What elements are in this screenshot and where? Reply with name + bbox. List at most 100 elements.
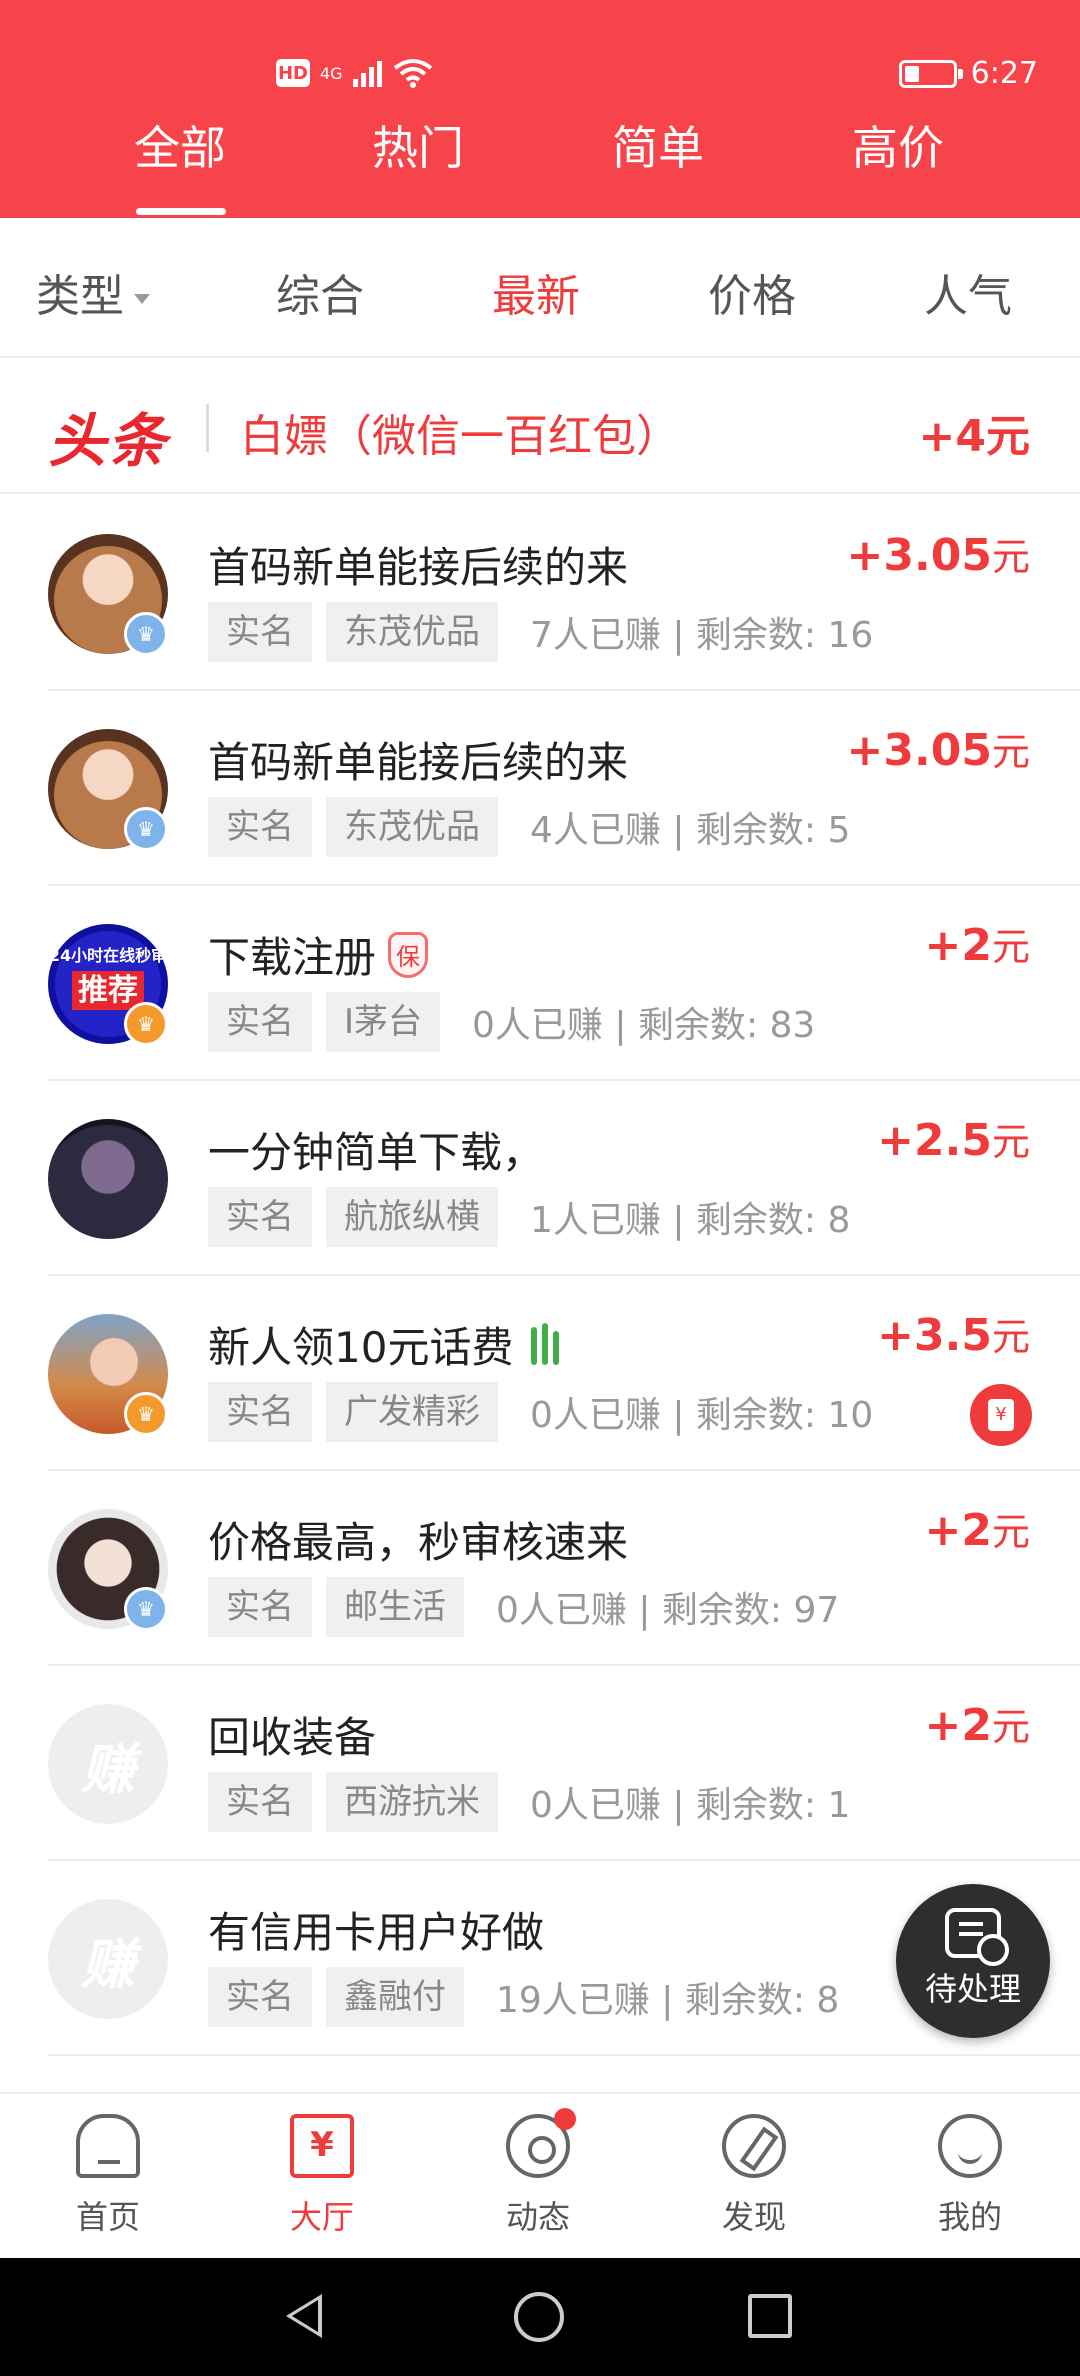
tag-merchant: 邮生活 <box>326 1577 464 1637</box>
reward-unit: 元 <box>991 730 1030 774</box>
task-title: 有信用卡用户好做 <box>208 1908 545 1957</box>
tab-simple[interactable]: 简单 <box>568 112 748 178</box>
nav-profile[interactable]: 我的 <box>890 2114 1050 2238</box>
task-stats: 0人已赚 | 剩余数: 10 <box>530 1395 874 1436</box>
reward-amount: +3.05 <box>846 725 992 776</box>
tag-verified: 实名 <box>208 797 312 857</box>
hd-icon: HD <box>276 59 310 87</box>
reward-unit: 元 <box>991 1315 1030 1359</box>
pending-clock-icon <box>945 1908 1009 1966</box>
reward-unit: 元 <box>991 925 1030 969</box>
pending-label: 待处理 <box>924 1970 1021 2008</box>
task-row[interactable]: 一分钟简单下载， +2.5元 实名 航旅纵横 1人已赚 | 剩余数: 8 <box>0 1081 1080 1276</box>
reward-unit: 元 <box>991 1705 1030 1749</box>
task-reward: +2元 <box>925 916 1031 971</box>
tag-merchant: 广发精彩 <box>326 1382 498 1442</box>
task-reward: +2元 <box>925 1501 1031 1556</box>
red-packet-icon[interactable]: ¥ <box>970 1384 1032 1446</box>
task-stats: 0人已赚 | 剩余数: 83 <box>472 1005 816 1046</box>
headline-logo: 头条 <box>48 407 169 475</box>
app-header: HD 4G 6:27 全部 热门 简单 高价 <box>0 0 1080 218</box>
home-circle-icon[interactable] <box>514 2292 564 2342</box>
nav-discover-label: 发现 <box>721 2198 786 2236</box>
task-title: 新人领10元话费 <box>208 1323 514 1372</box>
tab-hot[interactable]: 热门 <box>328 112 508 178</box>
filter-newest[interactable]: 最新 <box>492 260 580 324</box>
reward-amount: +3.05 <box>846 530 992 581</box>
task-title: 下载注册 <box>208 933 377 982</box>
tag-verified: 实名 <box>208 992 312 1052</box>
tag-verified: 实名 <box>208 602 312 662</box>
battery-icon <box>898 59 963 88</box>
tag-verified: 实名 <box>208 1187 312 1247</box>
recents-icon[interactable] <box>748 2294 792 2338</box>
avatar: 赚 <box>48 1704 168 1824</box>
bottom-nav: 首页 ¥ 大厅 动态 发现 我的 <box>0 2092 1080 2258</box>
compass-icon <box>722 2114 786 2178</box>
filter-bar: 类型 综合 最新 价格 人气 <box>0 218 1080 358</box>
task-title: 价格最高，秒审核速来 <box>208 1518 629 1567</box>
nav-hall[interactable]: ¥ 大厅 <box>242 2114 402 2238</box>
status-icons: HD 4G <box>276 58 433 88</box>
task-reward: +3.5元 <box>877 1306 1030 1361</box>
task-row[interactable]: ♛ 价格最高，秒审核速来 +2元 实名 邮生活 0人已赚 | 剩余数: 97 <box>0 1471 1080 1666</box>
headline-title: 白嫖（微信一百红包） <box>240 411 680 462</box>
task-reward: +2元 <box>925 1696 1031 1751</box>
profile-icon <box>938 2114 1002 2178</box>
reward-unit: 元 <box>991 1120 1030 1164</box>
clock: 6:27 <box>970 56 1038 91</box>
signal-icon <box>352 61 382 87</box>
filter-price[interactable]: 价格 <box>708 260 796 324</box>
nav-home[interactable]: 首页 <box>28 2114 188 2238</box>
tag-verified: 实名 <box>208 1967 312 2027</box>
task-row[interactable]: ♛ 新人领10元话费 +3.5元 实名 广发精彩 0人已赚 | 剩余数: 10 … <box>0 1276 1080 1471</box>
notification-dot <box>554 2108 576 2130</box>
task-title: 回收装备 <box>208 1713 377 1762</box>
crown-badge-icon: ♛ <box>124 1587 168 1631</box>
activity-icon <box>506 2108 576 2178</box>
filter-comprehensive[interactable]: 综合 <box>276 260 364 324</box>
crown-badge-icon: ♛ <box>124 1392 168 1436</box>
back-icon[interactable] <box>286 2294 322 2338</box>
status-right: 6:27 <box>898 56 1038 91</box>
wifi-icon <box>393 59 432 88</box>
pending-tasks-button[interactable]: 待处理 <box>896 1884 1050 2038</box>
nav-home-label: 首页 <box>75 2198 140 2236</box>
reward-amount: +3.5 <box>877 1310 992 1361</box>
reward-amount: +2 <box>924 920 992 971</box>
headline-banner[interactable]: 头条 白嫖（微信一百红包） +4元 <box>0 360 1080 494</box>
task-list: ♛ 首码新单能接后续的来 +3.05元 实名 东茂优品 7人已赚 | 剩余数: … <box>0 496 1080 2056</box>
hall-icon: ¥ <box>290 2114 354 2178</box>
caret-down-icon <box>134 294 150 304</box>
tag-verified: 实名 <box>208 1382 312 1442</box>
crown-badge-icon: ♛ <box>124 1002 168 1046</box>
task-stats: 4人已赚 | 剩余数: 5 <box>530 810 851 851</box>
tab-high-price[interactable]: 高价 <box>808 112 988 178</box>
reward-unit: 元 <box>991 535 1030 579</box>
tag-verified: 实名 <box>208 1577 312 1637</box>
tag-merchant: 东茂优品 <box>326 602 498 662</box>
task-stats: 7人已赚 | 剩余数: 16 <box>530 615 874 656</box>
filter-popularity[interactable]: 人气 <box>924 260 1012 324</box>
task-stats: 19人已赚 | 剩余数: 8 <box>496 1980 840 2021</box>
nav-discover[interactable]: 发现 <box>674 2114 834 2238</box>
avatar-label: 推荐 <box>72 970 144 1010</box>
task-title: 首码新单能接后续的来 <box>208 738 629 787</box>
avatar <box>48 1119 168 1239</box>
tag-merchant: 东茂优品 <box>326 797 498 857</box>
task-row[interactable]: 赚 回收装备 +2元 实名 西游抗米 0人已赚 | 剩余数: 1 <box>0 1666 1080 1861</box>
filter-type[interactable]: 类型 <box>36 260 150 324</box>
task-reward: +3.05元 <box>847 721 1030 776</box>
reward-amount: +2 <box>924 1505 992 1556</box>
tab-all[interactable]: 全部 <box>90 112 270 215</box>
reward-amount: +2 <box>924 1700 992 1751</box>
home-icon <box>76 2114 140 2178</box>
tag-merchant: 西游抗米 <box>326 1772 498 1832</box>
task-row[interactable]: ♛ 首码新单能接后续的来 +3.05元 实名 东茂优品 4人已赚 | 剩余数: … <box>0 691 1080 886</box>
red-packet-glyph: ¥ <box>988 1399 1014 1431</box>
task-row[interactable]: ♛ 首码新单能接后续的来 +3.05元 实名 东茂优品 7人已赚 | 剩余数: … <box>0 496 1080 691</box>
task-stats: 0人已赚 | 剩余数: 97 <box>496 1590 840 1631</box>
guarantee-shield-icon: 保 <box>388 931 429 978</box>
nav-activity[interactable]: 动态 <box>458 2108 618 2238</box>
task-row[interactable]: 24小时在线秒审 推荐 ♛ 下载注册 保 +2元 实名 I茅台 0人已赚 | 剩… <box>0 886 1080 1081</box>
